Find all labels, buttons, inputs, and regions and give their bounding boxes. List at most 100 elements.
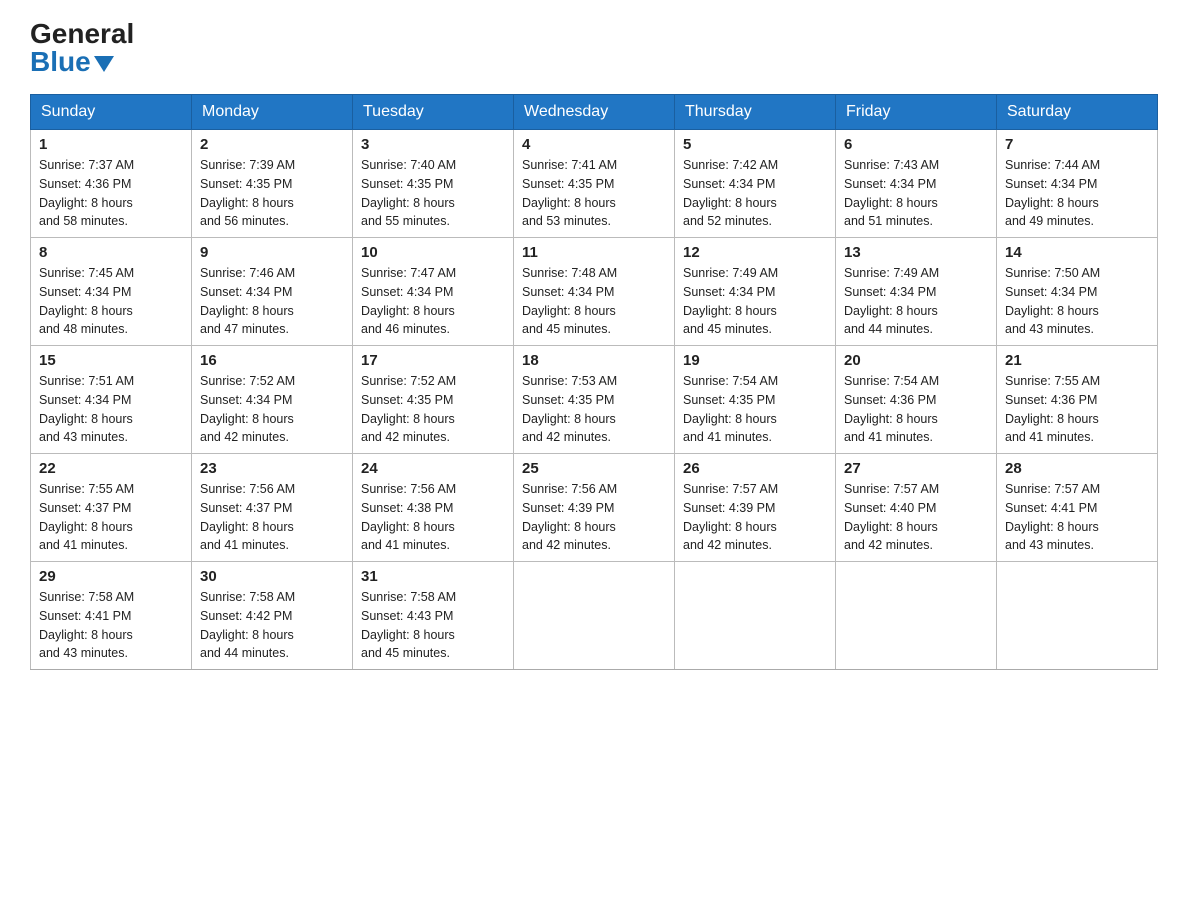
- day-info: Sunrise: 7:57 AMSunset: 4:41 PMDaylight:…: [1005, 482, 1100, 552]
- calendar-cell: 4 Sunrise: 7:41 AMSunset: 4:35 PMDayligh…: [514, 130, 675, 238]
- calendar-cell: 22 Sunrise: 7:55 AMSunset: 4:37 PMDaylig…: [31, 454, 192, 562]
- day-info: Sunrise: 7:49 AMSunset: 4:34 PMDaylight:…: [683, 266, 778, 336]
- calendar-cell: [514, 562, 675, 670]
- calendar-header-tuesday: Tuesday: [353, 95, 514, 130]
- day-info: Sunrise: 7:44 AMSunset: 4:34 PMDaylight:…: [1005, 158, 1100, 228]
- day-info: Sunrise: 7:47 AMSunset: 4:34 PMDaylight:…: [361, 266, 456, 336]
- calendar-cell: 17 Sunrise: 7:52 AMSunset: 4:35 PMDaylig…: [353, 346, 514, 454]
- day-info: Sunrise: 7:56 AMSunset: 4:37 PMDaylight:…: [200, 482, 295, 552]
- logo-blue-text: Blue: [30, 48, 114, 76]
- day-info: Sunrise: 7:58 AMSunset: 4:41 PMDaylight:…: [39, 590, 134, 660]
- day-number: 29: [39, 568, 183, 585]
- day-number: 10: [361, 244, 505, 261]
- day-number: 26: [683, 460, 827, 477]
- day-number: 30: [200, 568, 344, 585]
- calendar-cell: 16 Sunrise: 7:52 AMSunset: 4:34 PMDaylig…: [192, 346, 353, 454]
- day-info: Sunrise: 7:55 AMSunset: 4:36 PMDaylight:…: [1005, 374, 1100, 444]
- calendar-cell: 29 Sunrise: 7:58 AMSunset: 4:41 PMDaylig…: [31, 562, 192, 670]
- logo: General Blue: [30, 20, 134, 76]
- calendar-cell: 12 Sunrise: 7:49 AMSunset: 4:34 PMDaylig…: [675, 238, 836, 346]
- page-header: General Blue: [30, 20, 1158, 76]
- day-info: Sunrise: 7:54 AMSunset: 4:35 PMDaylight:…: [683, 374, 778, 444]
- logo-general-text: General: [30, 20, 134, 48]
- calendar-week-row: 22 Sunrise: 7:55 AMSunset: 4:37 PMDaylig…: [31, 454, 1158, 562]
- calendar-cell: 7 Sunrise: 7:44 AMSunset: 4:34 PMDayligh…: [997, 130, 1158, 238]
- day-info: Sunrise: 7:43 AMSunset: 4:34 PMDaylight:…: [844, 158, 939, 228]
- day-number: 17: [361, 352, 505, 369]
- calendar-header-saturday: Saturday: [997, 95, 1158, 130]
- calendar-cell: 3 Sunrise: 7:40 AMSunset: 4:35 PMDayligh…: [353, 130, 514, 238]
- day-info: Sunrise: 7:51 AMSunset: 4:34 PMDaylight:…: [39, 374, 134, 444]
- day-number: 11: [522, 244, 666, 261]
- day-number: 27: [844, 460, 988, 477]
- day-number: 21: [1005, 352, 1149, 369]
- calendar-header-friday: Friday: [836, 95, 997, 130]
- calendar-header-thursday: Thursday: [675, 95, 836, 130]
- calendar-cell: 2 Sunrise: 7:39 AMSunset: 4:35 PMDayligh…: [192, 130, 353, 238]
- calendar-header-row: SundayMondayTuesdayWednesdayThursdayFrid…: [31, 95, 1158, 130]
- day-number: 7: [1005, 136, 1149, 153]
- day-info: Sunrise: 7:54 AMSunset: 4:36 PMDaylight:…: [844, 374, 939, 444]
- day-info: Sunrise: 7:46 AMSunset: 4:34 PMDaylight:…: [200, 266, 295, 336]
- day-number: 25: [522, 460, 666, 477]
- day-number: 15: [39, 352, 183, 369]
- calendar-cell: 21 Sunrise: 7:55 AMSunset: 4:36 PMDaylig…: [997, 346, 1158, 454]
- day-info: Sunrise: 7:37 AMSunset: 4:36 PMDaylight:…: [39, 158, 134, 228]
- day-number: 2: [200, 136, 344, 153]
- day-info: Sunrise: 7:56 AMSunset: 4:39 PMDaylight:…: [522, 482, 617, 552]
- day-info: Sunrise: 7:55 AMSunset: 4:37 PMDaylight:…: [39, 482, 134, 552]
- day-info: Sunrise: 7:56 AMSunset: 4:38 PMDaylight:…: [361, 482, 456, 552]
- day-info: Sunrise: 7:57 AMSunset: 4:39 PMDaylight:…: [683, 482, 778, 552]
- day-number: 3: [361, 136, 505, 153]
- calendar-cell: [997, 562, 1158, 670]
- day-number: 12: [683, 244, 827, 261]
- calendar-cell: 28 Sunrise: 7:57 AMSunset: 4:41 PMDaylig…: [997, 454, 1158, 562]
- calendar-cell: 23 Sunrise: 7:56 AMSunset: 4:37 PMDaylig…: [192, 454, 353, 562]
- day-number: 16: [200, 352, 344, 369]
- calendar-cell: 8 Sunrise: 7:45 AMSunset: 4:34 PMDayligh…: [31, 238, 192, 346]
- day-info: Sunrise: 7:52 AMSunset: 4:35 PMDaylight:…: [361, 374, 456, 444]
- calendar-cell: 10 Sunrise: 7:47 AMSunset: 4:34 PMDaylig…: [353, 238, 514, 346]
- calendar-cell: 24 Sunrise: 7:56 AMSunset: 4:38 PMDaylig…: [353, 454, 514, 562]
- day-number: 8: [39, 244, 183, 261]
- calendar-week-row: 1 Sunrise: 7:37 AMSunset: 4:36 PMDayligh…: [31, 130, 1158, 238]
- day-number: 18: [522, 352, 666, 369]
- calendar-cell: 27 Sunrise: 7:57 AMSunset: 4:40 PMDaylig…: [836, 454, 997, 562]
- day-info: Sunrise: 7:42 AMSunset: 4:34 PMDaylight:…: [683, 158, 778, 228]
- day-number: 4: [522, 136, 666, 153]
- calendar-cell: 9 Sunrise: 7:46 AMSunset: 4:34 PMDayligh…: [192, 238, 353, 346]
- calendar-cell: [836, 562, 997, 670]
- day-number: 6: [844, 136, 988, 153]
- day-info: Sunrise: 7:39 AMSunset: 4:35 PMDaylight:…: [200, 158, 295, 228]
- calendar-week-row: 8 Sunrise: 7:45 AMSunset: 4:34 PMDayligh…: [31, 238, 1158, 346]
- day-number: 9: [200, 244, 344, 261]
- calendar-cell: 19 Sunrise: 7:54 AMSunset: 4:35 PMDaylig…: [675, 346, 836, 454]
- day-number: 24: [361, 460, 505, 477]
- day-info: Sunrise: 7:48 AMSunset: 4:34 PMDaylight:…: [522, 266, 617, 336]
- calendar-cell: 13 Sunrise: 7:49 AMSunset: 4:34 PMDaylig…: [836, 238, 997, 346]
- day-number: 19: [683, 352, 827, 369]
- day-info: Sunrise: 7:58 AMSunset: 4:43 PMDaylight:…: [361, 590, 456, 660]
- calendar-cell: 31 Sunrise: 7:58 AMSunset: 4:43 PMDaylig…: [353, 562, 514, 670]
- calendar-header-sunday: Sunday: [31, 95, 192, 130]
- day-number: 1: [39, 136, 183, 153]
- calendar-table: SundayMondayTuesdayWednesdayThursdayFrid…: [30, 94, 1158, 670]
- day-info: Sunrise: 7:52 AMSunset: 4:34 PMDaylight:…: [200, 374, 295, 444]
- day-number: 31: [361, 568, 505, 585]
- day-number: 13: [844, 244, 988, 261]
- calendar-cell: 1 Sunrise: 7:37 AMSunset: 4:36 PMDayligh…: [31, 130, 192, 238]
- day-info: Sunrise: 7:40 AMSunset: 4:35 PMDaylight:…: [361, 158, 456, 228]
- day-number: 20: [844, 352, 988, 369]
- calendar-cell: 11 Sunrise: 7:48 AMSunset: 4:34 PMDaylig…: [514, 238, 675, 346]
- calendar-cell: 5 Sunrise: 7:42 AMSunset: 4:34 PMDayligh…: [675, 130, 836, 238]
- day-info: Sunrise: 7:49 AMSunset: 4:34 PMDaylight:…: [844, 266, 939, 336]
- calendar-cell: 20 Sunrise: 7:54 AMSunset: 4:36 PMDaylig…: [836, 346, 997, 454]
- day-info: Sunrise: 7:45 AMSunset: 4:34 PMDaylight:…: [39, 266, 134, 336]
- calendar-cell: 18 Sunrise: 7:53 AMSunset: 4:35 PMDaylig…: [514, 346, 675, 454]
- calendar-week-row: 29 Sunrise: 7:58 AMSunset: 4:41 PMDaylig…: [31, 562, 1158, 670]
- calendar-cell: 15 Sunrise: 7:51 AMSunset: 4:34 PMDaylig…: [31, 346, 192, 454]
- calendar-cell: [675, 562, 836, 670]
- calendar-header-wednesday: Wednesday: [514, 95, 675, 130]
- calendar-cell: 25 Sunrise: 7:56 AMSunset: 4:39 PMDaylig…: [514, 454, 675, 562]
- day-info: Sunrise: 7:53 AMSunset: 4:35 PMDaylight:…: [522, 374, 617, 444]
